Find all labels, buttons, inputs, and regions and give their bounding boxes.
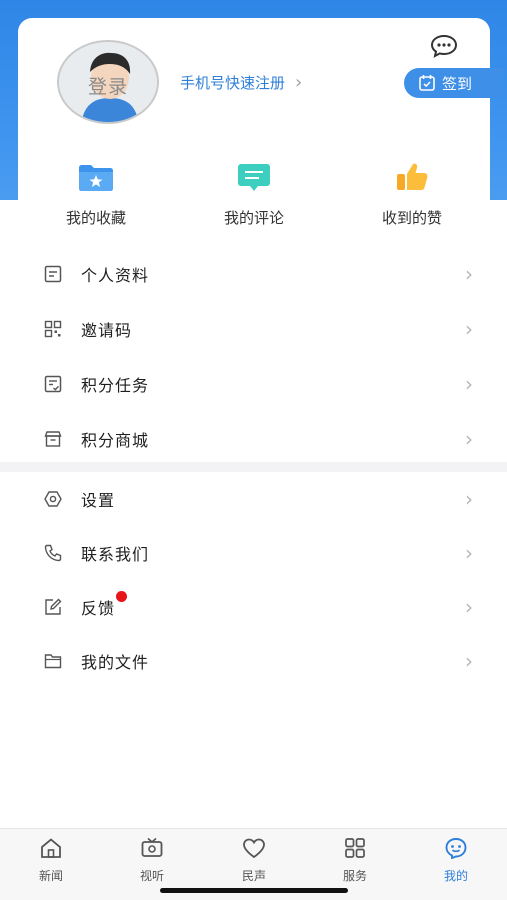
tab-label: 民声	[241, 869, 266, 883]
section-divider	[0, 462, 507, 472]
edit-icon	[42, 596, 64, 618]
message-icon[interactable]	[430, 34, 458, 58]
quick-action-label: 我的收藏	[65, 209, 126, 227]
feedback-label: 反馈	[81, 599, 116, 618]
register-label: 手机号快速注册	[180, 74, 286, 92]
menu-item-feedback[interactable]: 反馈 ›	[0, 580, 507, 634]
store-icon	[42, 428, 64, 450]
quick-action-likes[interactable]: 收到的赞	[352, 160, 472, 228]
register-link[interactable]: 手机号快速注册 ›	[180, 72, 302, 93]
chevron-right-icon: ›	[465, 261, 473, 286]
folder-star-icon	[79, 165, 113, 191]
home-indicator	[160, 888, 348, 893]
smile-icon	[445, 838, 467, 860]
phone-icon	[42, 542, 64, 564]
chevron-right-icon: ›	[465, 426, 473, 451]
tab-label: 服务	[342, 869, 367, 883]
menu-label: 邀请码	[81, 320, 133, 340]
tab-label: 新闻	[38, 869, 63, 883]
chevron-right-icon: ›	[465, 541, 473, 565]
chevron-right-icon: ›	[465, 371, 473, 396]
menu-label: 积分商城	[81, 430, 150, 450]
menu-item-points-tasks[interactable]: 积分任务 ›	[0, 356, 507, 411]
tab-media[interactable]: 视听	[112, 837, 192, 884]
chevron-right-icon: ›	[465, 649, 473, 673]
menu-label: 个人资料	[81, 265, 150, 285]
comment-icon	[238, 164, 270, 191]
chevron-right-icon: ›	[465, 487, 473, 511]
grid-icon	[345, 838, 365, 858]
login-label[interactable]: 登录	[59, 72, 157, 99]
calendar-check-icon	[419, 75, 435, 91]
tab-public-voice[interactable]: 民声	[214, 837, 294, 884]
chevron-right-icon: ›	[295, 72, 303, 93]
checkin-button[interactable]: 签到	[404, 68, 504, 98]
folder-icon	[42, 650, 64, 672]
menu-group-general: 设置 › 联系我们 › 反馈 › 我的文件 ›	[0, 472, 507, 688]
notification-dot	[116, 591, 128, 602]
chevron-right-icon: ›	[465, 595, 473, 619]
menu-item-profile[interactable]: 个人资料 ›	[0, 246, 507, 301]
tab-services[interactable]: 服务	[315, 837, 395, 884]
heart-icon	[243, 838, 265, 859]
thumbs-up-icon	[397, 163, 428, 190]
checkin-label: 签到	[442, 74, 473, 93]
task-icon	[42, 373, 64, 395]
settings-icon	[42, 488, 64, 510]
avatar[interactable]: 登录	[57, 40, 159, 124]
menu-item-invite-code[interactable]: 邀请码 ›	[0, 301, 507, 356]
tab-label: 视听	[139, 869, 164, 883]
menu-label: 我的文件	[81, 653, 150, 672]
tv-icon	[141, 837, 163, 857]
qr-code-icon	[42, 318, 64, 340]
tab-mine[interactable]: 我的	[416, 837, 496, 884]
quick-action-label: 我的评论	[223, 209, 284, 227]
tab-label: 我的	[443, 869, 468, 883]
menu-item-contact-us[interactable]: 联系我们 ›	[0, 526, 507, 580]
home-icon	[41, 838, 61, 858]
menu-label: 联系我们	[81, 545, 150, 564]
quick-action-favorites[interactable]: 我的收藏	[36, 160, 156, 228]
profile-doc-icon	[42, 263, 64, 285]
menu-item-settings[interactable]: 设置 ›	[0, 472, 507, 526]
tab-news[interactable]: 新闻	[11, 837, 91, 884]
menu-item-my-files[interactable]: 我的文件 ›	[0, 634, 507, 688]
quick-action-comments[interactable]: 我的评论	[194, 160, 314, 228]
menu-item-points-store[interactable]: 积分商城 ›	[0, 411, 507, 466]
menu-label: 设置	[81, 491, 116, 510]
quick-action-label: 收到的赞	[381, 209, 442, 227]
menu-label: 积分任务	[81, 375, 150, 395]
menu-label: 反馈	[81, 591, 128, 619]
chevron-right-icon: ›	[465, 316, 473, 341]
menu-group-account: 个人资料 › 邀请码 › 积分任务 › 积分商城 ›	[0, 246, 507, 466]
